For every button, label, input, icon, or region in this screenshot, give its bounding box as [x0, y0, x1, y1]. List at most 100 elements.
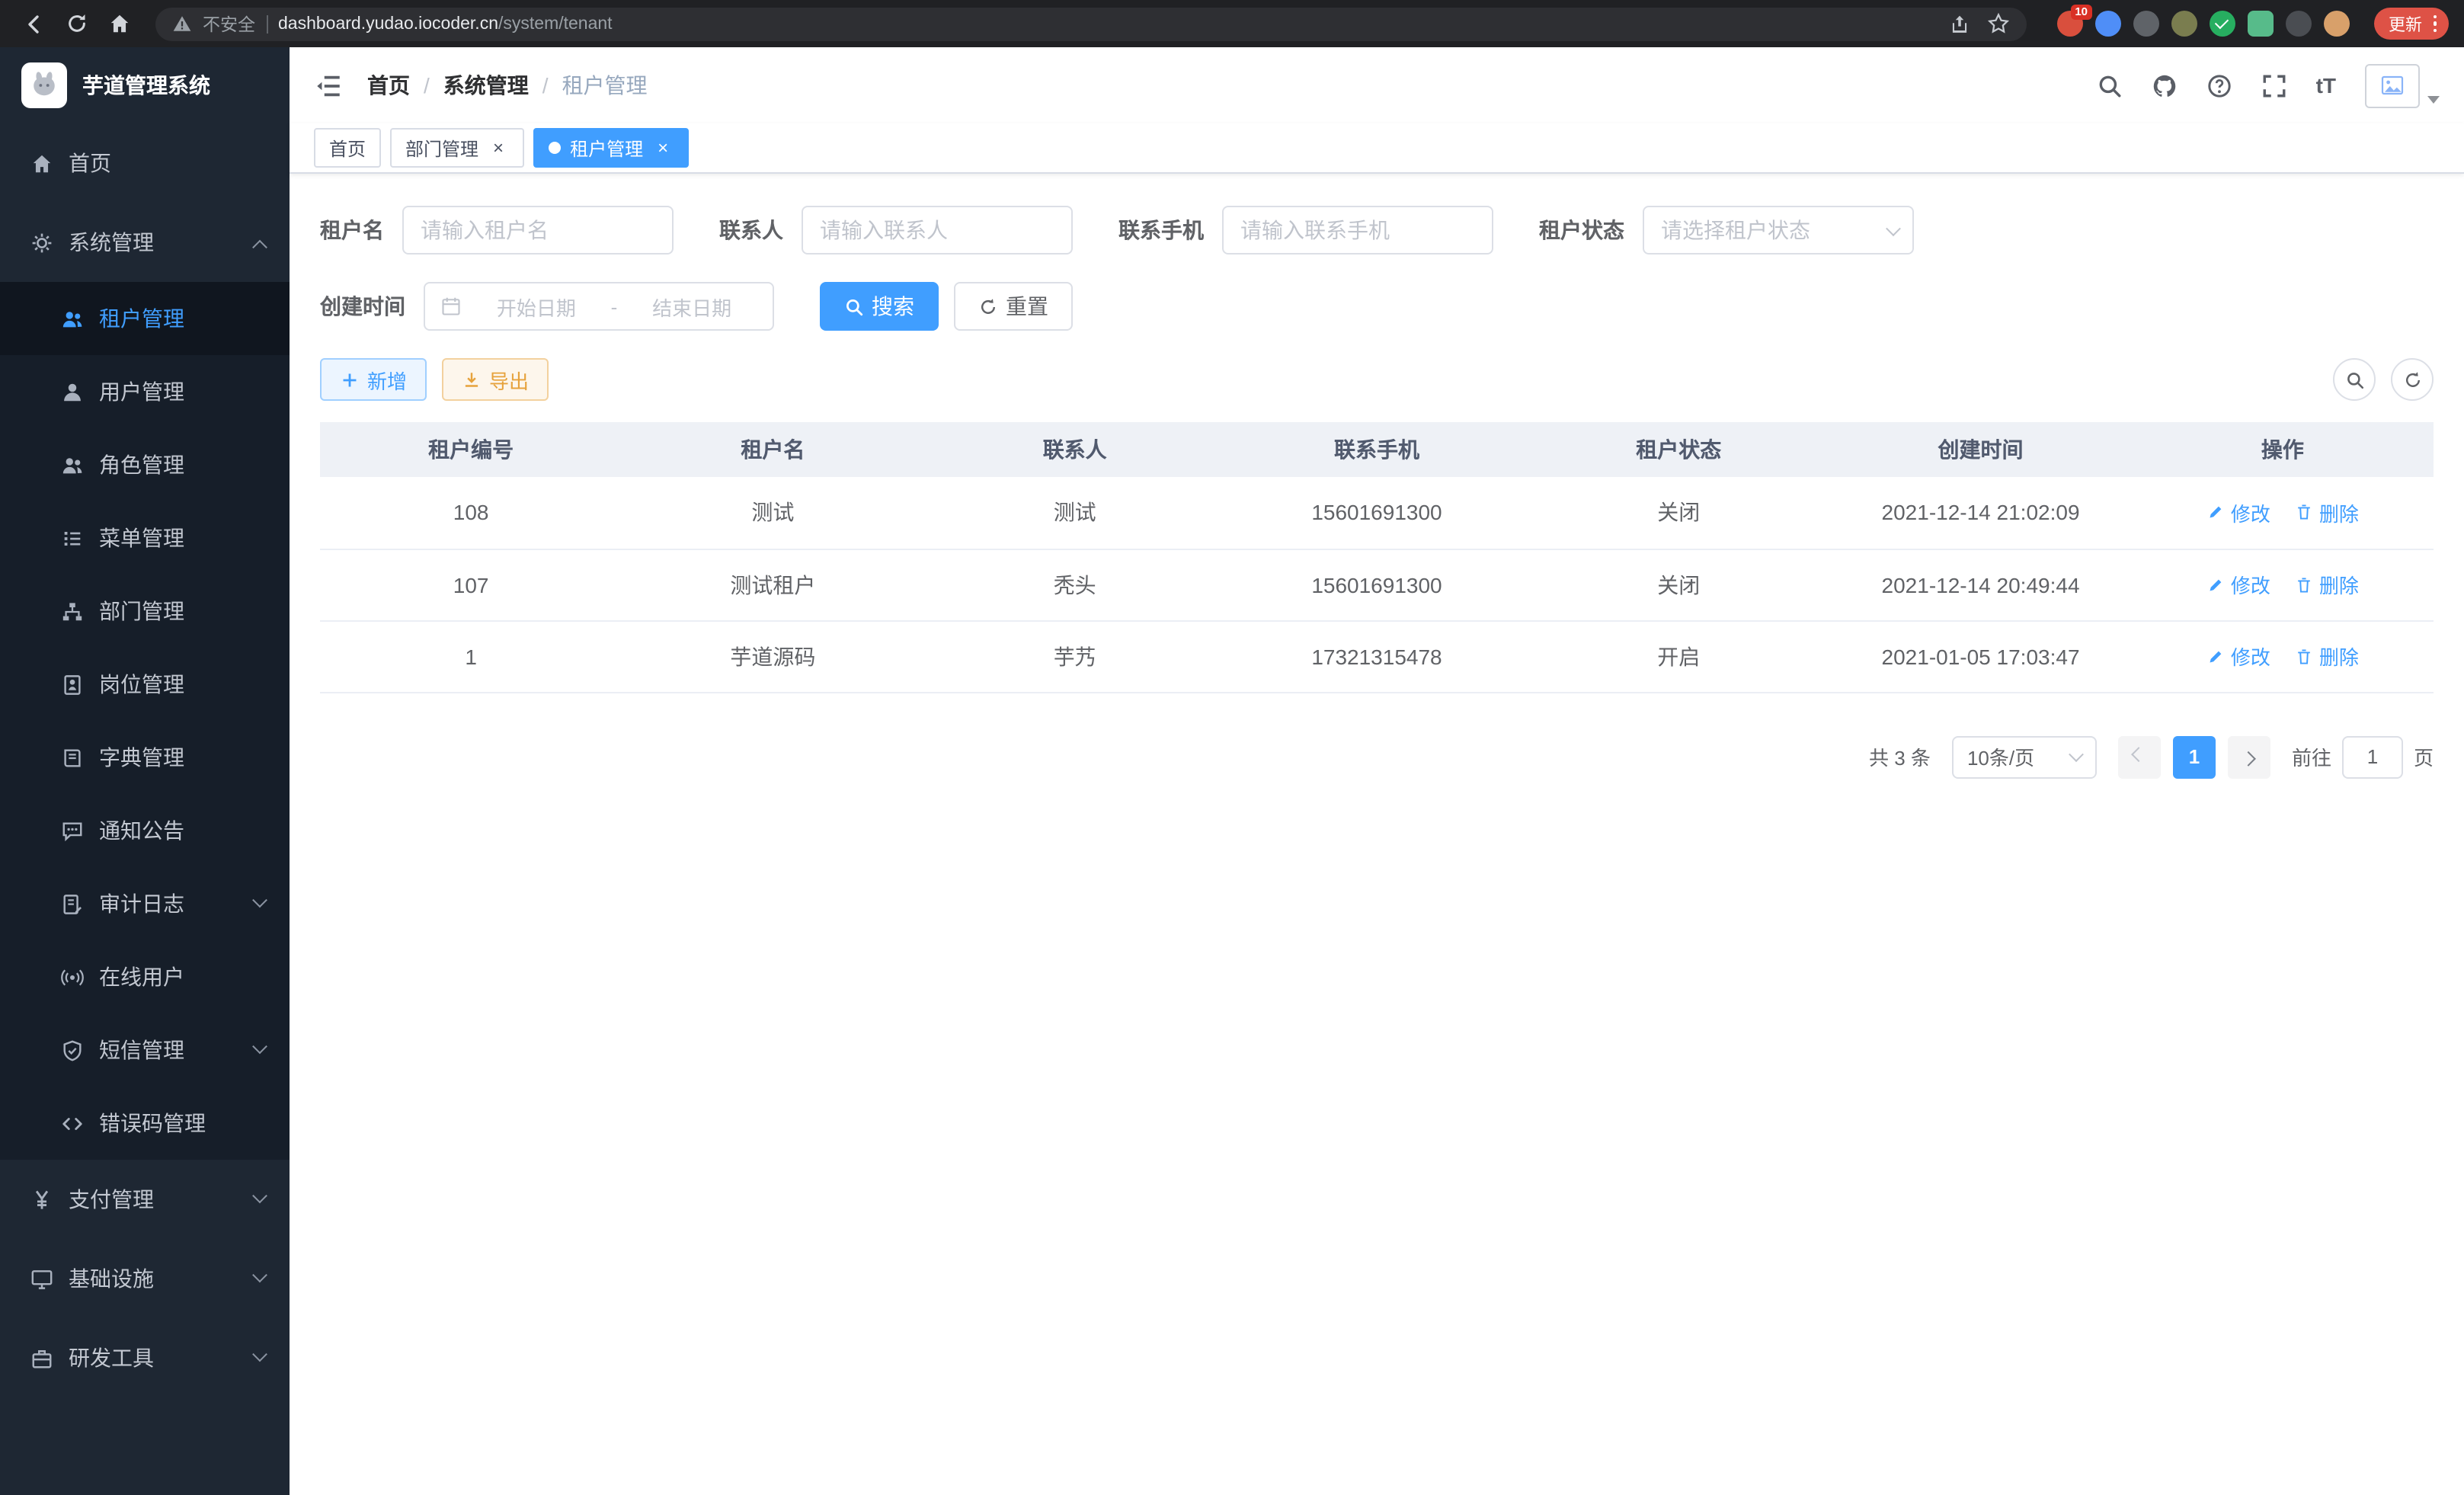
extension-icon-2[interactable] — [2094, 11, 2120, 37]
sidebar-item-dept[interactable]: 部门管理 — [0, 575, 290, 648]
cell-contact: 测试 — [924, 477, 1226, 549]
extension-icon-1[interactable]: 10 — [2056, 11, 2082, 37]
filter-row-2: 创建时间 开始日期 - 结束日期 搜索 重置 — [320, 282, 2434, 331]
sidebar-item-payment[interactable]: 支付管理 — [0, 1160, 290, 1239]
fullscreen-icon[interactable] — [2261, 72, 2287, 98]
delete-button[interactable]: 删除 — [2295, 642, 2359, 671]
edit-button[interactable]: 修改 — [2206, 498, 2270, 527]
shield-icon — [61, 1039, 84, 1061]
field-label: 租户状态 — [1539, 215, 1624, 245]
delete-button[interactable]: 删除 — [2295, 498, 2359, 527]
extension-icon-5[interactable] — [2209, 11, 2235, 37]
add-button[interactable]: 新增 — [320, 358, 427, 401]
refresh-icon — [978, 296, 998, 316]
browser-menu-icon[interactable] — [2428, 15, 2441, 33]
contact-input[interactable] — [802, 206, 1073, 255]
chevron-down-icon — [252, 1266, 267, 1282]
browser-update-button[interactable]: 更新 — [2373, 8, 2449, 40]
next-page-button[interactable] — [2228, 735, 2270, 778]
security-label[interactable]: 不安全 — [203, 11, 255, 36]
date-start-placeholder[interactable]: 开始日期 — [471, 292, 602, 321]
online-signal-icon — [61, 965, 84, 988]
date-end-placeholder[interactable]: 结束日期 — [626, 292, 757, 321]
avatar[interactable] — [2365, 63, 2420, 107]
export-button-label: 导出 — [489, 365, 529, 394]
sidebar-fold-icon[interactable] — [314, 71, 343, 100]
sidebar-item-infra[interactable]: 基础设施 — [0, 1239, 290, 1318]
export-button[interactable]: 导出 — [442, 358, 549, 401]
prev-page-button[interactable] — [2118, 735, 2161, 778]
close-icon[interactable] — [488, 137, 509, 158]
bookmark-star-icon[interactable] — [1986, 12, 2009, 35]
browser-reload-button[interactable] — [58, 5, 94, 42]
status-select[interactable]: 请选择租户状态 — [1643, 206, 1914, 255]
chevron-down-icon — [1886, 220, 1901, 235]
sidebar-item-menu[interactable]: 菜单管理 — [0, 501, 290, 575]
tab-dept[interactable]: 部门管理 — [390, 128, 524, 168]
sidebar-item-system[interactable]: 系统管理 — [0, 203, 290, 282]
sidebar-item-tenant[interactable]: 租户管理 — [0, 282, 290, 355]
search-icon[interactable] — [2097, 72, 2123, 98]
page-size-select[interactable]: 10条/页 — [1952, 735, 2097, 778]
search-icon — [844, 296, 864, 316]
show-search-button[interactable] — [2333, 358, 2376, 401]
extension-icon-4[interactable] — [2171, 11, 2197, 37]
edit-button[interactable]: 修改 — [2206, 570, 2270, 599]
sidebar-item-user[interactable]: 用户管理 — [0, 355, 290, 428]
chevron-right-icon — [2242, 751, 2257, 767]
sidebar-item-role[interactable]: 角色管理 — [0, 428, 290, 501]
sidebar-item-sms[interactable]: 短信管理 — [0, 1013, 290, 1087]
cell-created: 2021-01-05 17:03:47 — [1829, 620, 2131, 692]
cell-actions: 修改删除 — [2132, 549, 2434, 620]
breadcrumb-system[interactable]: 系统管理 — [443, 70, 529, 101]
tab-tenant[interactable]: 租户管理 — [533, 128, 689, 168]
sidebar-item-post[interactable]: 岗位管理 — [0, 648, 290, 721]
edit-button[interactable]: 修改 — [2206, 642, 2270, 671]
close-icon[interactable] — [652, 137, 674, 158]
breadcrumb-home[interactable]: 首页 — [367, 70, 410, 101]
refresh-table-button[interactable] — [2391, 358, 2434, 401]
sidebar-item-dict[interactable]: 字典管理 — [0, 721, 290, 794]
goto-page-input[interactable] — [2342, 735, 2403, 778]
cell-phone: 15601691300 — [1226, 549, 1528, 620]
browser-back-button[interactable] — [15, 5, 52, 42]
trash-icon — [2295, 504, 2313, 522]
share-icon[interactable] — [1948, 13, 1970, 34]
profile-avatar-icon[interactable] — [2323, 11, 2349, 37]
extensions-bar: 10 — [2056, 11, 2349, 37]
search-button[interactable]: 搜索 — [820, 282, 939, 331]
sidebar-item-notice[interactable]: 通知公告 — [0, 794, 290, 867]
page-number-button[interactable]: 1 — [2173, 735, 2216, 778]
sidebar-item-devtools[interactable]: 研发工具 — [0, 1318, 290, 1397]
search-button-label: 搜索 — [872, 291, 914, 322]
logo-image — [21, 62, 67, 108]
puzzle-extension-icon[interactable] — [2285, 11, 2311, 37]
extension-icon-3[interactable] — [2133, 11, 2158, 37]
sidebar-item-label: 审计日志 — [99, 888, 184, 919]
screen: 不安全 dashboard.yudao.iocoder.cn/system/te… — [0, 0, 2464, 1495]
reset-button[interactable]: 重置 — [954, 282, 1073, 331]
sidebar-item-online-user[interactable]: 在线用户 — [0, 940, 290, 1013]
date-range-picker[interactable]: 开始日期 - 结束日期 — [424, 282, 774, 331]
help-icon[interactable] — [2206, 72, 2232, 98]
sidebar-item-audit-log[interactable]: 审计日志 — [0, 867, 290, 940]
tenant-name-input[interactable] — [402, 206, 674, 255]
caret-down-icon — [2427, 95, 2440, 103]
chevron-down-icon — [2069, 747, 2084, 762]
browser-home-button[interactable] — [101, 5, 137, 42]
cell-name: 芋道源码 — [622, 620, 923, 692]
extension-icon-6[interactable] — [2247, 11, 2273, 37]
phone-input[interactable] — [1222, 206, 1493, 255]
sidebar-item-home[interactable]: 首页 — [0, 123, 290, 203]
address-bar[interactable]: 不安全 dashboard.yudao.iocoder.cn/system/te… — [155, 7, 2026, 40]
github-icon[interactable] — [2152, 72, 2178, 98]
delete-button[interactable]: 删除 — [2295, 570, 2359, 599]
font-size-icon[interactable]: tT — [2316, 73, 2336, 98]
cell-status: 关闭 — [1528, 549, 1829, 620]
tab-home[interactable]: 首页 — [314, 128, 381, 168]
comment-icon — [61, 819, 84, 842]
user-avatar-menu[interactable] — [2365, 63, 2440, 107]
col-header: 租户状态 — [1528, 422, 1829, 477]
app-title: 芋道管理系统 — [82, 70, 210, 101]
sidebar-item-error-code[interactable]: 错误码管理 — [0, 1087, 290, 1160]
